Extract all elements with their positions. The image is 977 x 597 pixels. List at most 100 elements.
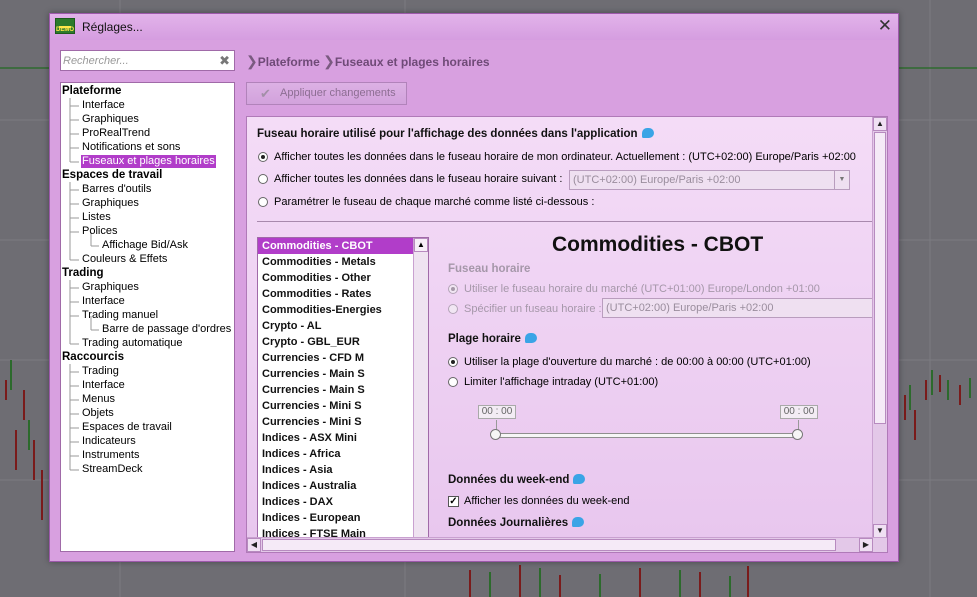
sidebar-item[interactable]: Couleurs & Effets — [81, 253, 168, 266]
market-list-item[interactable]: Commodities - Other — [258, 270, 413, 286]
radio-computer-timezone[interactable]: Afficher toutes les données dans le fuse… — [258, 151, 856, 163]
sidebar-item[interactable]: Objets — [81, 407, 115, 420]
sidebar-item[interactable]: Menus — [81, 393, 116, 406]
radio-button[interactable] — [448, 377, 458, 387]
slider-start-time[interactable]: 00 : 00 — [478, 405, 516, 419]
sidebar-item[interactable]: Trading manuel — [81, 309, 159, 322]
sidebar-item[interactable]: Graphiques — [81, 197, 140, 210]
market-list-scrollbar[interactable]: ▲ — [413, 238, 428, 538]
sidebar-item[interactable]: Polices — [81, 225, 118, 238]
radio-button[interactable] — [448, 357, 458, 367]
sidebar-item[interactable]: ProRealTrend — [81, 127, 151, 140]
sidebar-item[interactable]: Barre de passage d'ordres — [101, 323, 232, 336]
info-bubble-icon[interactable] — [573, 474, 586, 484]
radio-following-timezone-label: Afficher toutes les données dans le fuse… — [274, 173, 563, 185]
market-list-item[interactable]: Indices - Asia — [258, 462, 413, 478]
title-bar[interactable]: DEMO Réglages... ✕ — [50, 14, 898, 40]
sidebar-item[interactable]: Notifications et sons — [81, 141, 181, 154]
market-list-item[interactable]: Currencies - Mini S — [258, 398, 413, 414]
sidebar-item[interactable]: Fuseaux et plages horaires — [81, 155, 216, 168]
sidebar-category[interactable]: Raccourcis — [62, 351, 124, 364]
slider-start-handle[interactable] — [490, 429, 501, 440]
sidebar-item[interactable]: Instruments — [81, 449, 140, 462]
timezone-select[interactable]: (UTC+02:00) Europe/Paris +02:00 ▼ — [569, 170, 850, 190]
sidebar-item[interactable]: Indicateurs — [81, 435, 137, 448]
sidebar-item[interactable]: Interface — [81, 379, 126, 392]
scroll-right-icon[interactable]: ▶ — [859, 538, 873, 552]
clear-search-icon[interactable]: ✖ — [219, 53, 230, 69]
scroll-up-icon[interactable]: ▲ — [414, 238, 428, 252]
sidebar-category[interactable]: Espaces de travail — [62, 169, 162, 182]
sidebar-item[interactable]: Trading — [81, 365, 120, 378]
radio-per-market[interactable]: Paramétrer le fuseau de chaque marché co… — [258, 196, 594, 208]
radio-limit-intraday[interactable]: Limiter l'affichage intraday (UTC+01:00) — [448, 376, 658, 388]
info-bubble-icon[interactable] — [641, 128, 654, 138]
radio-button[interactable] — [258, 174, 268, 184]
market-list-item[interactable]: Currencies - Mini S — [258, 414, 413, 430]
sidebar-item[interactable]: Graphiques — [81, 113, 140, 126]
close-icon[interactable]: ✕ — [878, 17, 892, 35]
radio-button[interactable] — [258, 197, 268, 207]
daily-heading: Données Journalières — [448, 517, 585, 529]
market-list-item[interactable]: Indices - ASX Mini — [258, 430, 413, 446]
sidebar-item[interactable]: Affichage Bid/Ask — [101, 239, 189, 252]
info-bubble-icon[interactable] — [524, 333, 537, 343]
market-list[interactable]: ▲ Commodities - CBOT Commodities - Metals… — [257, 237, 429, 539]
specific-timezone-value: (UTC+02:00) Europe/Paris +02:00 — [606, 302, 774, 314]
radio-market-hours[interactable]: Utiliser la plage d'ouverture du marché … — [448, 356, 811, 368]
sidebar-item[interactable]: Barres d'outils — [81, 183, 152, 196]
market-title: Commodities - CBOT — [552, 233, 764, 256]
market-list-item[interactable]: Currencies - CFD M — [258, 350, 413, 366]
slider-end-handle[interactable] — [792, 429, 803, 440]
hours-slider-track[interactable] — [497, 433, 799, 438]
sidebar-item[interactable]: Interface — [81, 295, 126, 308]
sidebar-item[interactable]: Listes — [81, 211, 112, 224]
weekend-checkbox-row[interactable]: ✓ Afficher les données du week-end — [448, 495, 630, 507]
market-list-item[interactable]: Commodities - CBOT — [258, 238, 413, 254]
sidebar-category[interactable]: Plateforme — [62, 85, 121, 98]
market-list-item[interactable]: Currencies - Main S — [258, 382, 413, 398]
weekend-checkbox[interactable]: ✓ — [448, 495, 459, 507]
apply-changes-label: Appliquer changements — [280, 87, 396, 99]
market-list-item[interactable]: Commodities-Energies — [258, 302, 413, 318]
apply-changes-button[interactable]: ✔ Appliquer changements — [246, 82, 407, 105]
timezone-heading-text: Fuseau horaire utilisé pour l'affichage … — [257, 128, 638, 140]
market-list-item[interactable]: Indices - Australia — [258, 478, 413, 494]
app-logo-text: DEMO — [56, 27, 74, 33]
market-list-item[interactable]: Indices - DAX — [258, 494, 413, 510]
scroll-up-icon[interactable]: ▲ — [873, 117, 887, 131]
scroll-down-icon[interactable]: ▼ — [873, 524, 887, 538]
radio-button — [448, 304, 458, 314]
market-list-item[interactable]: Commodities - Metals — [258, 254, 413, 270]
timezone-heading: Fuseau horaire utilisé pour l'affichage … — [257, 128, 654, 140]
search-input[interactable] — [63, 53, 213, 68]
horizontal-scroll-thumb[interactable] — [262, 539, 836, 551]
panel-vertical-scrollbar[interactable]: ▲ ▼ — [872, 117, 887, 538]
window-title: Réglages... — [82, 20, 143, 34]
market-list-item[interactable]: Indices - European — [258, 510, 413, 526]
market-list-item[interactable]: Crypto - GBL_EUR — [258, 334, 413, 350]
radio-market-timezone-label: Utiliser le fuseau horaire du marché (UT… — [464, 283, 820, 295]
radio-button[interactable] — [258, 152, 268, 162]
sidebar-category[interactable]: Trading — [62, 267, 104, 280]
scroll-left-icon[interactable]: ◀ — [247, 538, 261, 552]
sidebar-item[interactable]: Interface — [81, 99, 126, 112]
market-list-item[interactable]: Crypto - AL — [258, 318, 413, 334]
sidebar-item[interactable]: Trading automatique — [81, 337, 184, 350]
radio-following-timezone[interactable]: Afficher toutes les données dans le fuse… — [258, 173, 562, 185]
market-list-item[interactable]: Indices - Africa — [258, 446, 413, 462]
vertical-scroll-thumb[interactable] — [874, 132, 886, 424]
breadcrumb-separator-icon: ❯ — [323, 53, 335, 69]
sidebar-item[interactable]: Espaces de travail — [81, 421, 173, 434]
sidebar-item[interactable]: StreamDeck — [81, 463, 144, 476]
slider-end-time[interactable]: 00 : 00 — [780, 405, 818, 419]
breadcrumb-item-plateforme[interactable]: Plateforme — [258, 55, 320, 69]
market-list-item[interactable]: Commodities - Rates — [258, 286, 413, 302]
chevron-down-icon[interactable]: ▼ — [834, 171, 849, 189]
panel-horizontal-scrollbar[interactable]: ◀ ▶ — [247, 537, 887, 552]
weekend-heading-text: Données du week-end — [448, 474, 570, 486]
market-list-item[interactable]: Currencies - Main S — [258, 366, 413, 382]
info-bubble-icon[interactable] — [572, 517, 585, 527]
divider — [257, 221, 873, 222]
sidebar-item[interactable]: Graphiques — [81, 281, 140, 294]
